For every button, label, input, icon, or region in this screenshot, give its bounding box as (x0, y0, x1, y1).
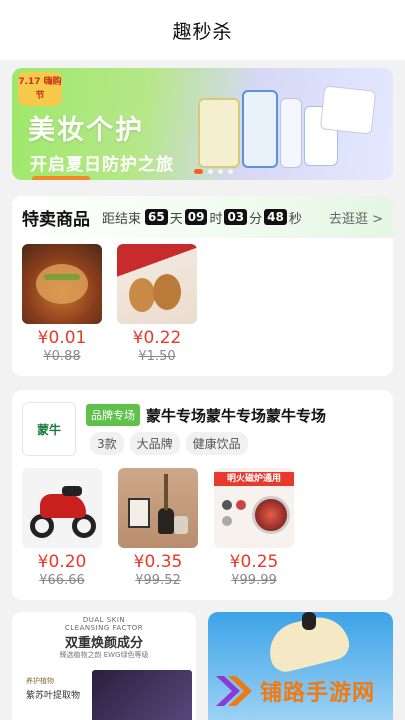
tag-chip: 大品牌 (129, 432, 180, 455)
ends-in-label: 距结束 (102, 211, 142, 227)
promo-card-title: 双重焕颜成分 (64, 636, 143, 651)
promo-top-line: DUAL SKIN (82, 616, 126, 624)
product-card[interactable]: ¥0.35 ¥99.52 (118, 468, 198, 588)
product-price: ¥0.20 (37, 552, 87, 572)
banner-strip (32, 176, 90, 180)
banner-subline: 开启夏日防护之旅 (30, 155, 174, 175)
countdown-hours: 09 (184, 209, 208, 225)
top-header: 趣秒杀 (0, 0, 405, 60)
brand-logo: 蒙牛 (22, 402, 76, 456)
page-title: 趣秒杀 (172, 20, 233, 43)
carousel-dot[interactable] (228, 169, 233, 174)
promo-top-line: CLEANSING FACTOR (64, 624, 144, 632)
chevron-logo-icon (216, 676, 252, 706)
texture-image (92, 670, 192, 720)
go-browse-link[interactable]: 去逛逛 > (329, 208, 383, 227)
product-bottle-image (198, 98, 240, 168)
promo-banner[interactable]: 7.17 嗨购节 美妆个护 开启夏日防护之旅 (12, 68, 393, 180)
countdown-seconds: 48 (264, 209, 287, 225)
promo-card-subtitle: 臻选植物之韵 EWG绿色等级 (59, 651, 149, 659)
product-card[interactable]: 明火磁炉通用 ¥0.25 ¥99.99 (214, 468, 294, 588)
product-pack-image (319, 85, 377, 135)
brand-section-card[interactable]: 蒙牛 品牌专场 蒙牛专场蒙牛专场蒙牛专场 3款 大品牌 健康饮品 ¥0.20 ¥… (12, 390, 393, 600)
product-price: ¥0.25 (229, 552, 279, 572)
product-original-price: ¥99.99 (231, 573, 277, 588)
flash-sale-title: 特卖商品 (22, 209, 90, 230)
banner-headline: 美妆个护 (28, 115, 144, 146)
carousel-dot[interactable] (208, 169, 213, 174)
image-caption: 明火磁炉通用 (214, 472, 294, 486)
product-card[interactable]: ¥0.20 ¥66.66 (22, 468, 102, 588)
product-original-price: ¥66.66 (39, 573, 85, 588)
product-bottle-image (242, 90, 278, 168)
product-bottle-image (280, 98, 302, 168)
countdown-days: 65 (145, 209, 168, 225)
tag-chip: 健康饮品 (185, 432, 248, 455)
product-original-price: ¥1.50 (138, 349, 176, 364)
product-price: ¥0.35 (133, 552, 183, 572)
product-price: ¥0.22 (132, 328, 182, 348)
decor-image (118, 468, 198, 548)
tag-chip: 3款 (90, 432, 124, 455)
motorcycle-image (22, 468, 102, 548)
minutes-unit: 分 (249, 211, 263, 227)
product-card[interactable]: ¥0.01 ¥0.88 (22, 244, 102, 364)
brand-tags: 3款 大品牌 健康饮品 (90, 432, 248, 455)
flash-sale-header: 特卖商品 距结束 65 天 09 时 03 分 48 秒 去逛逛 > (12, 196, 393, 238)
snack-image (117, 244, 197, 324)
carousel-dots[interactable] (194, 169, 233, 174)
product-price: ¥0.01 (37, 328, 87, 348)
figure-image (302, 612, 316, 630)
brand-badge: 品牌专场 (86, 404, 140, 426)
days-unit: 天 (169, 211, 183, 227)
hours-unit: 时 (209, 211, 223, 227)
product-original-price: ¥99.52 (135, 573, 181, 588)
brand-name: 蒙牛专场蒙牛专场蒙牛专场 (146, 406, 327, 425)
seconds-unit: 秒 (288, 211, 302, 227)
carousel-dot[interactable] (194, 169, 203, 174)
product-original-price: ¥0.88 (43, 349, 81, 364)
flash-sale-card: 特卖商品 距结束 65 天 09 时 03 分 48 秒 去逛逛 > ¥0.01… (12, 196, 393, 376)
leaf-image (26, 672, 76, 720)
carousel-dot[interactable] (218, 169, 223, 174)
countdown-minutes: 03 (224, 209, 248, 225)
event-tag: 7.17 嗨购节 (18, 72, 62, 106)
noodle-image (22, 244, 102, 324)
product-card[interactable]: ¥0.22 ¥1.50 (117, 244, 197, 364)
induction-pan-image: 明火磁炉通用 (214, 468, 294, 548)
watermark: 铺路手游网 (214, 672, 375, 710)
promo-card-skincare[interactable]: DUAL SKIN CLEANSING FACTOR 双重焕颜成分 臻选植物之韵… (12, 612, 196, 720)
brand-title-row: 品牌专场 蒙牛专场蒙牛专场蒙牛专场 (86, 404, 326, 426)
brand-logo-text: 蒙牛 (36, 422, 61, 437)
watermark-text: 铺路手游网 (260, 681, 376, 706)
